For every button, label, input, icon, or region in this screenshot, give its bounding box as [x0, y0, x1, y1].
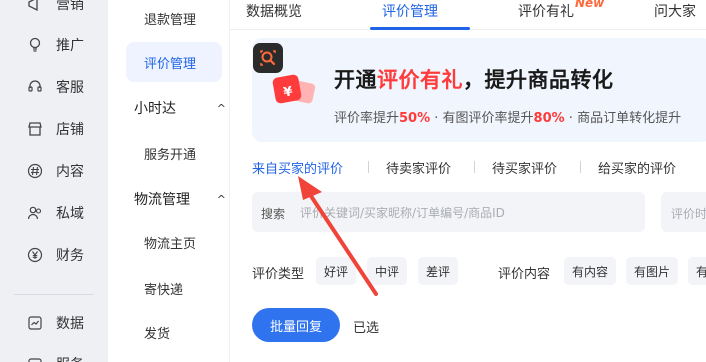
- rail-item-finance[interactable]: 财务: [26, 243, 84, 267]
- review-type-label: 评价类型: [252, 267, 305, 282]
- tab-review-rewards[interactable]: 评价有礼: [518, 1, 574, 21]
- sidebar-item-label: 服务开通: [144, 147, 197, 163]
- sidebar-item-logistics-home[interactable]: 物流主页: [126, 222, 222, 262]
- sidebar-item-label: 寄快递: [144, 282, 184, 298]
- banner-title-highlight: 评价有礼: [377, 68, 463, 92]
- rail-item-label: 营销: [56, 0, 84, 13]
- sidebar-group-label: 物流管理: [134, 192, 190, 208]
- rail-item-label: 内容: [56, 164, 84, 180]
- chevron-up-icon: ^: [216, 101, 226, 115]
- subtab-divider: [474, 161, 475, 173]
- sidebar-group-hourly-delivery[interactable]: 小时达 ^: [134, 96, 226, 120]
- store-icon: [26, 120, 44, 138]
- filter-chip-negative[interactable]: 差评: [418, 257, 459, 285]
- rail-item-label: 私域: [56, 206, 84, 222]
- filter-chip-positive[interactable]: 好评: [316, 257, 357, 285]
- banner-subtitle: 评价率提升50% · 有图评价率提升80% · 商品订单转化提升: [334, 107, 681, 126]
- banner-title: 开通评价有礼，提升商品转化: [334, 64, 614, 94]
- top-tabs: 数据概览 评价管理 评价有礼 问大家: [230, 0, 706, 30]
- chevron-up-icon: ^: [216, 192, 226, 206]
- rail-item-service[interactable]: 服务: [26, 352, 84, 362]
- rail-item-data[interactable]: 数据: [26, 311, 84, 335]
- rail-item-label: 数据: [56, 316, 84, 332]
- rail-item-private-domain[interactable]: 私域: [26, 201, 84, 225]
- filter-chip-has-content[interactable]: 有内容: [564, 257, 617, 285]
- rail-item-promotion[interactable]: 推广: [26, 33, 84, 57]
- new-badge: New: [575, 0, 605, 10]
- app-logo-icon: [253, 43, 283, 73]
- rail-divider: [14, 294, 94, 295]
- sidebar-group-logistics[interactable]: 物流管理 ^: [134, 187, 226, 211]
- subtab-pending-buyer[interactable]: 待买家评价: [492, 158, 557, 177]
- subtab-to-buyers[interactable]: 给买家的评价: [598, 158, 676, 177]
- sidebar-item-label: 退款管理: [144, 12, 197, 28]
- subtab-from-buyers[interactable]: 来自买家的评价: [252, 158, 343, 177]
- rail-item-store[interactable]: 店铺: [26, 117, 84, 141]
- filter-chip-has-video[interactable]: 有视频: [688, 257, 706, 285]
- hashtag-icon: [26, 162, 44, 180]
- banner-sub-text: · 有图评价率提升: [430, 111, 534, 126]
- sidebar-item-service-activation[interactable]: 服务开通: [126, 133, 222, 173]
- search-input[interactable]: [300, 202, 630, 224]
- rail-item-marketing[interactable]: 营销: [26, 0, 84, 16]
- review-time-label: 评价时间: [671, 207, 706, 221]
- banner-sub-value: 50%: [399, 111, 431, 126]
- selected-count-label: 已选: [353, 321, 380, 336]
- rail-item-content[interactable]: 内容: [26, 159, 84, 183]
- service-icon: [26, 355, 44, 362]
- tab-data-overview[interactable]: 数据概览: [246, 1, 302, 21]
- banner-title-part: 开通: [334, 68, 377, 92]
- banner-sub-text: · 商品订单转化提升: [564, 111, 682, 126]
- sidebar-group-label: 小时达: [134, 101, 176, 117]
- subtab-divider: [368, 161, 369, 173]
- filter-chip-has-image[interactable]: 有图片: [626, 257, 679, 285]
- active-tab-indicator: [370, 27, 470, 30]
- banner-sub-text: 评价率提升: [334, 111, 400, 126]
- filter-chip-neutral[interactable]: 中评: [367, 257, 408, 285]
- rail-item-label: 财务: [56, 248, 84, 264]
- subtab-divider: [580, 161, 581, 173]
- secondary-sidebar: 退款管理 评价管理 小时达 ^ 服务开通 物流管理 ^ 物流主页 寄快递 发货: [108, 0, 230, 362]
- rail-item-customer-service[interactable]: 客服: [26, 75, 84, 99]
- red-envelope-icon: ¥: [272, 74, 316, 104]
- app-root: 营销 推广 客服 店铺 内容 私域 财务 数据 退款管理 评价管理 小时达 ^ …: [0, 0, 706, 362]
- banner-title-part: ，提升商品转化: [463, 68, 614, 92]
- rail-item-label: 客服: [56, 80, 84, 96]
- review-content-label: 评价内容: [498, 267, 551, 282]
- yen-icon: [26, 246, 44, 264]
- banner-sub-value: 80%: [533, 111, 565, 126]
- tab-review-management[interactable]: 评价管理: [382, 1, 438, 21]
- sidebar-item-review-management[interactable]: 评价管理: [126, 42, 222, 82]
- megaphone-icon: [26, 0, 44, 13]
- users-icon: [26, 204, 44, 222]
- sidebar-item-label: 物流主页: [144, 236, 197, 252]
- subtab-pending-seller[interactable]: 待卖家评价: [386, 158, 451, 177]
- sidebar-item-send-express[interactable]: 寄快递: [126, 268, 222, 308]
- tab-ask-everyone[interactable]: 问大家: [654, 1, 696, 21]
- headset-icon: [26, 78, 44, 96]
- sidebar-item-refund-management[interactable]: 退款管理: [126, 0, 222, 38]
- search-label: 搜索: [261, 207, 286, 221]
- batch-reply-button[interactable]: 批量回复: [252, 308, 340, 342]
- sidebar-item-ship[interactable]: 发货: [126, 312, 222, 352]
- sidebar-item-label: 评价管理: [144, 56, 197, 72]
- sidebar-item-label: 发货: [144, 326, 171, 342]
- chart-icon: [26, 314, 44, 332]
- rail-item-label: 推广: [56, 38, 84, 54]
- rail-item-label: 服务: [56, 354, 84, 362]
- bulb-icon: [26, 36, 44, 54]
- rail-item-label: 店铺: [56, 122, 84, 138]
- primary-nav-rail: 营销 推广 客服 店铺 内容 私域 财务 数据: [0, 0, 108, 362]
